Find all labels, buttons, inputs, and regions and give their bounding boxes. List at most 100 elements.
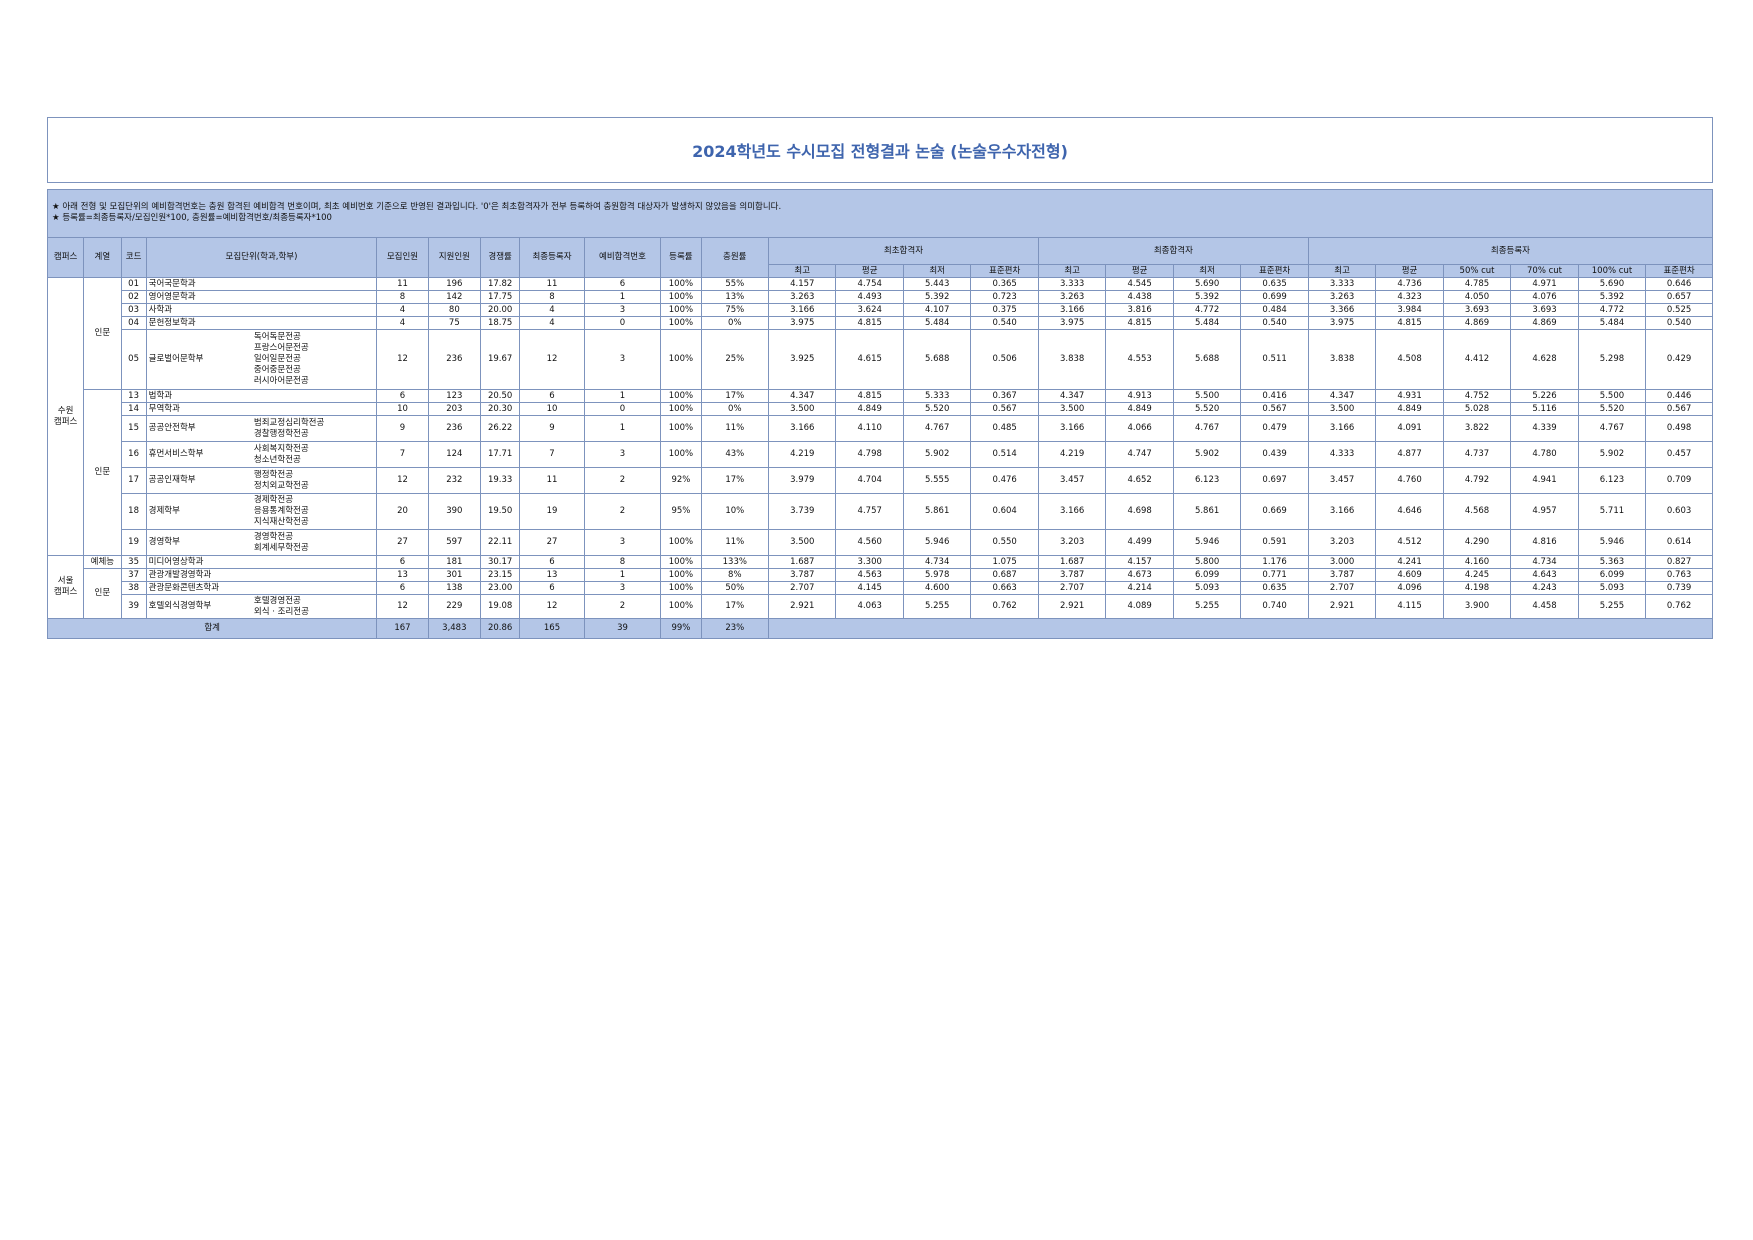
score-cell: 4.757: [835, 493, 904, 530]
track-cell: 예체능: [83, 555, 122, 569]
value-cell: 0: [583, 402, 662, 416]
value-cell: 1: [583, 415, 662, 442]
value-cell: 100%: [660, 290, 702, 304]
score-cell: 3.457: [1037, 467, 1107, 494]
score-cell: 5.226: [1510, 389, 1579, 403]
score-cell: 4.913: [1105, 389, 1174, 403]
score-cell: 2.921: [1307, 594, 1377, 619]
score-cell: 3.166: [1307, 415, 1377, 442]
score-cell: 0.740: [1240, 594, 1309, 619]
score-cell: 4.508: [1375, 329, 1444, 390]
score-cell: 3.203: [1307, 529, 1377, 556]
score-cell: 4.772: [1577, 303, 1647, 317]
table-row: 인문 37 관광개발경영학과 13 301 23.15 13 1 100% 8% 3.787 4.56…: [48, 568, 1713, 619]
value-cell: 11: [376, 277, 429, 291]
header-fill-rate: 충원률: [700, 237, 770, 278]
subheader: 평균: [1105, 264, 1174, 278]
value-cell: 229: [427, 594, 482, 619]
score-cell: 4.849: [1375, 402, 1444, 416]
value-cell: 100%: [660, 441, 702, 468]
score-cell: 4.767: [1577, 415, 1647, 442]
unit-name-cell: 영어영문학과: [145, 290, 378, 304]
score-cell: 4.198: [1442, 581, 1512, 595]
major-item: 행정학전공: [253, 469, 294, 480]
subheader: 최저: [1172, 264, 1242, 278]
score-cell: 2.707: [1307, 581, 1377, 595]
value-cell: 17%: [700, 594, 770, 619]
score-cell: 0.540: [1240, 316, 1309, 330]
value-cell: 19.33: [480, 467, 521, 494]
score-cell: 3.838: [1307, 329, 1377, 390]
score-cell: 4.563: [835, 568, 904, 582]
value-cell: 8: [519, 290, 585, 304]
score-cell: 4.849: [1105, 402, 1174, 416]
table-row: 수원 캠퍼스 인문 01 국어국문학과 11 196 17.82 11 6 100% 55% 4.15…: [46, 277, 1713, 556]
score-cell: 5.688: [902, 329, 972, 390]
value-cell: 4: [376, 316, 429, 330]
subheader: 50% cut: [1442, 264, 1512, 278]
unit-name-cell: 사학과: [145, 303, 378, 317]
score-cell: 5.711: [1577, 493, 1647, 530]
score-cell: 0.669: [1240, 493, 1309, 530]
score-cell: 0.762: [1645, 594, 1713, 619]
value-cell: 7: [376, 441, 429, 468]
score-cell: 4.333: [1307, 441, 1377, 468]
score-cell: 4.290: [1442, 529, 1512, 556]
value-cell: 1: [583, 568, 662, 582]
score-cell: 5.298: [1577, 329, 1647, 390]
note-line: ★ 등록률=최종등록자/모집인원*100, 충원률=예비합격번호/최종등록자*1…: [52, 213, 332, 223]
major-item: 외식 · 조리전공: [253, 606, 309, 617]
score-cell: 0.439: [1240, 441, 1309, 468]
value-cell: 20.00: [480, 303, 521, 317]
value-cell: 100%: [660, 329, 702, 390]
score-cell: 4.499: [1105, 529, 1174, 556]
score-cell: 6.123: [1577, 467, 1647, 494]
score-cell: 4.798: [835, 441, 904, 468]
score-cell: 3.166: [1307, 493, 1377, 530]
unit-name-cell: 휴먼서비스학부: [145, 441, 252, 468]
score-cell: 4.157: [1105, 555, 1174, 569]
table-row: 38 관광문화콘텐츠학과 6 138 23.00 6 3 100% 50% 2.707 4.145 4…: [48, 581, 1713, 595]
value-cell: 100%: [660, 581, 702, 595]
value-cell: 10: [519, 402, 585, 416]
value-cell: 17.71: [480, 441, 521, 468]
score-cell: 4.145: [835, 581, 904, 595]
score-cell: 0.540: [970, 316, 1039, 330]
unit-name-cell: 문헌정보학과: [145, 316, 378, 330]
code-cell: 38: [120, 581, 147, 595]
score-cell: 4.734: [902, 555, 972, 569]
campus-cell: 수원 캠퍼스: [46, 277, 85, 556]
value-cell: 100%: [660, 415, 702, 442]
score-cell: 4.553: [1105, 329, 1174, 390]
code-cell: 39: [120, 594, 147, 619]
value-cell: 80: [427, 303, 482, 317]
score-cell: 4.347: [768, 389, 837, 403]
score-cell: 5.690: [1577, 277, 1647, 291]
score-cell: 4.869: [1442, 316, 1512, 330]
value-cell: 0: [583, 316, 662, 330]
score-cell: 4.600: [902, 581, 972, 595]
value-cell: 138: [427, 581, 482, 595]
table-row: 19 경영학부 경영학전공 회계세무학전공 27 597 22.11 27 3 100% 11% 3.…: [48, 529, 1713, 556]
score-cell: 2.921: [768, 594, 837, 619]
score-cell: 4.792: [1442, 467, 1512, 494]
value-cell: 10: [376, 402, 429, 416]
score-cell: 3.263: [1307, 290, 1377, 304]
table-row: 02 영어영문학과 8 142 17.75 8 1 100% 13% 3.263 4.493 5.39…: [48, 290, 1713, 304]
header-final-enrolled: 최종등록자: [1307, 237, 1714, 265]
score-cell: 0.614: [1645, 529, 1713, 556]
score-cell: 2.707: [1037, 581, 1107, 595]
score-cell: 4.096: [1375, 581, 1444, 595]
value-cell: 50%: [700, 581, 770, 595]
score-cell: 4.560: [835, 529, 904, 556]
score-cell: 1.075: [970, 555, 1039, 569]
score-cell: 4.815: [835, 316, 904, 330]
score-cell: 4.673: [1105, 568, 1174, 582]
note-line: ★ 아래 전형 및 모집단위의 예비합격번호는 충원 합격된 예비합격 번호이며…: [52, 202, 782, 212]
score-cell: 4.339: [1510, 415, 1579, 442]
score-cell: 5.255: [1577, 594, 1647, 619]
score-cell: 5.800: [1172, 555, 1242, 569]
value-cell: 100%: [660, 303, 702, 317]
header-campus: 캠퍼스: [46, 237, 85, 278]
value-cell: 12: [376, 594, 429, 619]
